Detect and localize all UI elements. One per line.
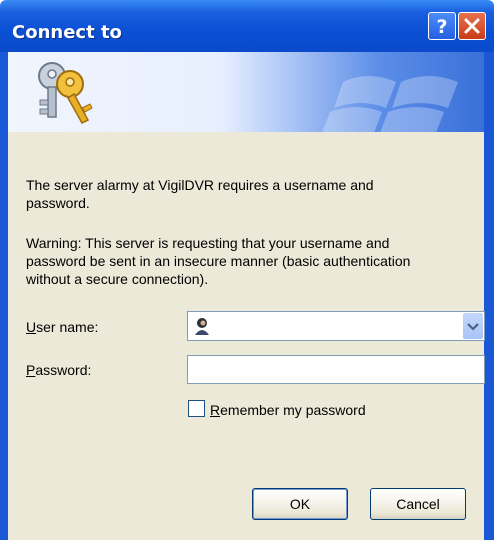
title-bar[interactable]: Connect to ? (0, 0, 494, 60)
question-mark-icon: ? (436, 16, 447, 38)
warning-line-2: password be sent in an insecure manner (… (26, 253, 411, 269)
username-combobox[interactable] (187, 311, 485, 341)
ok-button[interactable]: OK (252, 488, 348, 520)
message-line-1: The server alarmy at VigilDVR requires a… (26, 177, 374, 193)
x-close-icon (464, 18, 480, 34)
username-label-text: ser name: (36, 319, 99, 335)
remember-password-label[interactable]: Remember my password (210, 401, 366, 419)
remember-password-checkbox[interactable] (188, 400, 205, 417)
window-title: Connect to (12, 22, 122, 43)
password-field[interactable] (187, 355, 485, 384)
remember-label-accelerator: R (210, 402, 221, 418)
chevron-down-icon (467, 323, 479, 331)
remember-label-text: emember my password (220, 402, 366, 418)
window-border-left (0, 52, 8, 540)
password-label-accelerator: P (26, 362, 36, 378)
dialog-banner (8, 52, 484, 132)
password-label-text: assword: (35, 362, 92, 378)
username-label-accelerator: U (26, 319, 37, 335)
connect-dialog: Connect to ? The server alarmy at VigilD… (0, 0, 494, 540)
password-label: Password: (26, 361, 91, 379)
help-button[interactable]: ? (428, 12, 456, 40)
user-icon (195, 318, 209, 335)
username-dropdown-button[interactable] (463, 313, 483, 339)
warning-line-3: without a secure connection). (26, 271, 209, 287)
window-border-right (484, 52, 494, 540)
warning-line-1: Warning: This server is requesting that … (26, 235, 390, 251)
cancel-button[interactable]: Cancel (370, 488, 466, 520)
svg-text:?: ? (436, 16, 447, 38)
username-label: User name: (26, 318, 98, 336)
message-line-2: password. (26, 195, 90, 211)
keys-icon (38, 62, 93, 124)
close-button[interactable] (458, 12, 486, 40)
